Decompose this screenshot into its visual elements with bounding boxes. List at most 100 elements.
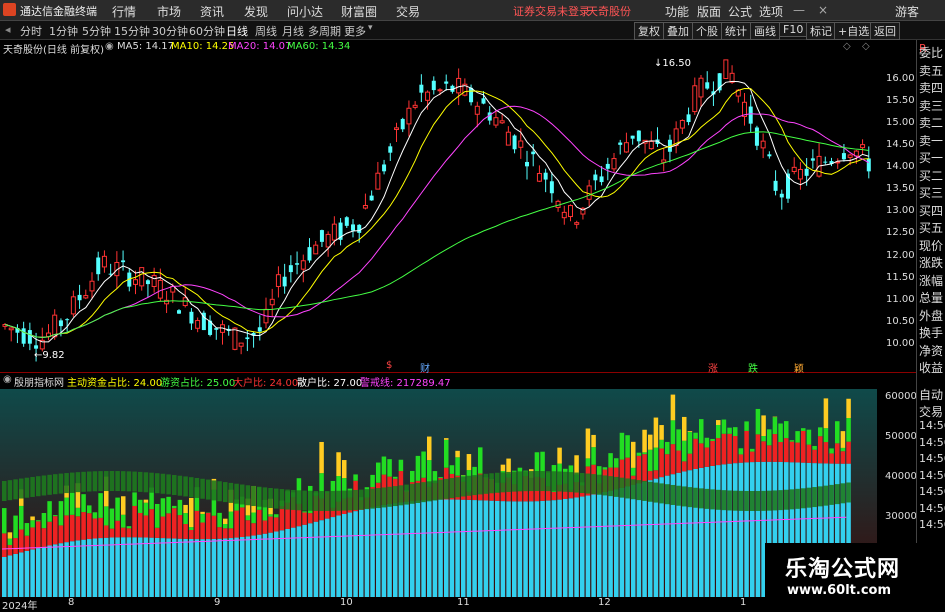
indicator-bar	[325, 491, 330, 597]
quote-label: 买四	[919, 202, 943, 219]
diamond-icon[interactable]: ◇	[843, 41, 851, 52]
chevron-left-icon[interactable]: ◂	[5, 23, 11, 36]
ma20-line	[5, 106, 869, 337]
indicator-bar	[495, 473, 500, 597]
diamond-icon-2[interactable]: ◇	[862, 41, 870, 52]
minimize-icon[interactable]: —	[793, 3, 805, 17]
indicator-chart[interactable]	[0, 389, 877, 597]
settings-circle-icon[interactable]: ◉	[3, 374, 12, 385]
login-notice[interactable]: 证券交易未登录	[513, 3, 590, 19]
candlestick	[743, 93, 747, 126]
candlestick	[600, 166, 604, 185]
candlestick	[680, 119, 684, 134]
menu-hangqing[interactable]: 行情	[112, 3, 136, 20]
tab-monthly[interactable]: 月线	[282, 23, 304, 39]
marker-zhang[interactable]: 涨	[708, 360, 718, 375]
indicator-bar	[540, 452, 545, 597]
indicator-bar	[302, 491, 307, 597]
candlestick	[90, 272, 94, 299]
indicator-bar	[319, 442, 324, 597]
candlestick	[258, 315, 262, 340]
btn-tongji[interactable]: 统计	[721, 22, 751, 40]
indicator-bar	[240, 485, 245, 597]
marker-ying[interactable]: 颖	[794, 360, 804, 375]
menu-caifuquan[interactable]: 财富圈	[341, 3, 377, 20]
marker-dollar[interactable]: $	[386, 360, 392, 371]
menu-gongneng[interactable]: 功能	[665, 3, 689, 20]
settings-circle-icon[interactable]: ◉	[105, 41, 114, 52]
indicator-bar	[376, 463, 381, 597]
btn-zixuan[interactable]: +自选	[834, 22, 873, 40]
indicator-bar	[87, 472, 92, 597]
indicator-bar	[744, 421, 749, 597]
candlestick	[363, 194, 367, 210]
menu-faxian[interactable]: 发现	[244, 3, 268, 20]
tab-weekly[interactable]: 周线	[255, 23, 277, 39]
btn-fanhui[interactable]: 返回	[870, 22, 900, 40]
btn-biaoji[interactable]: 标记	[806, 22, 836, 40]
indicator-bar	[756, 409, 761, 597]
btn-f10[interactable]: F10	[779, 22, 807, 37]
app-name: 通达信金融终端	[20, 3, 97, 19]
candlestick	[792, 157, 796, 174]
indicator-bar	[149, 473, 154, 597]
indicator-bar	[206, 480, 211, 597]
menu-xuanxiang[interactable]: 选项	[759, 3, 783, 20]
candlestick	[631, 136, 635, 145]
marker-die[interactable]: 跌	[748, 360, 758, 375]
candlestick	[569, 204, 573, 221]
btn-huaxian[interactable]: 画线	[750, 22, 780, 40]
indicator-tick: 60000	[885, 391, 917, 402]
more-dropdown-icon[interactable]: ▾	[368, 23, 373, 33]
indicator-bar	[53, 474, 58, 597]
tab-1min[interactable]: 1分钟	[49, 23, 78, 39]
tab-more[interactable]: 更多	[344, 23, 366, 39]
btn-fuquan[interactable]: 复权	[634, 22, 664, 40]
candlestick	[662, 148, 666, 171]
menu-gongshi[interactable]: 公式	[728, 3, 752, 20]
btn-gegu[interactable]: 个股	[692, 22, 722, 40]
menu-jiaoyi[interactable]: 交易	[396, 3, 420, 20]
marker-cai[interactable]: 财	[420, 360, 430, 375]
indicator-bar	[688, 431, 693, 597]
ma10-line	[5, 89, 869, 338]
menu-banmian[interactable]: 版面	[697, 3, 721, 20]
user-label[interactable]: 游客	[895, 3, 919, 20]
tab-30min[interactable]: 30分钟	[152, 23, 188, 39]
tab-multi[interactable]: 多周期	[308, 23, 341, 39]
indicator-bar	[19, 479, 24, 597]
quote-label: 总量	[919, 289, 943, 306]
candlestick	[419, 74, 423, 102]
menu-wenxiaoda[interactable]: 问小达	[287, 3, 323, 20]
indicator-bar	[144, 472, 149, 597]
menu-shichang[interactable]: 市场	[157, 3, 181, 20]
high-price-label: ↓16.50	[654, 58, 691, 69]
indicator-bar	[36, 476, 41, 597]
kline-chart[interactable]	[0, 52, 877, 362]
indicator-bar	[285, 490, 290, 597]
date-month-1: 8	[68, 597, 74, 608]
tab-fenshi[interactable]: 分时	[20, 23, 42, 39]
candlestick	[401, 118, 405, 132]
indicator-bar	[370, 475, 375, 597]
menu-zixun[interactable]: 资讯	[200, 3, 224, 20]
indicator-bar	[535, 452, 540, 597]
indicator-tick: 40000	[885, 471, 917, 482]
indicator-bar	[682, 417, 687, 597]
btn-diejia[interactable]: 叠加	[663, 22, 693, 40]
quote-label: 卖三	[919, 97, 943, 114]
candlestick	[121, 250, 125, 270]
indicator-bar	[557, 448, 562, 597]
tab-daily[interactable]: 日线	[226, 23, 248, 39]
indicator-bar	[291, 490, 296, 597]
tab-60min[interactable]: 60分钟	[189, 23, 225, 39]
candlestick	[550, 172, 554, 202]
tab-5min[interactable]: 5分钟	[82, 23, 111, 39]
indicator-bar	[308, 486, 313, 597]
indicator-bar	[455, 451, 460, 597]
indicator-bar	[546, 471, 551, 597]
indicator-bar	[750, 449, 755, 597]
close-icon[interactable]: ×	[818, 3, 828, 17]
indicator-bar	[444, 438, 449, 597]
tab-15min[interactable]: 15分钟	[114, 23, 150, 39]
